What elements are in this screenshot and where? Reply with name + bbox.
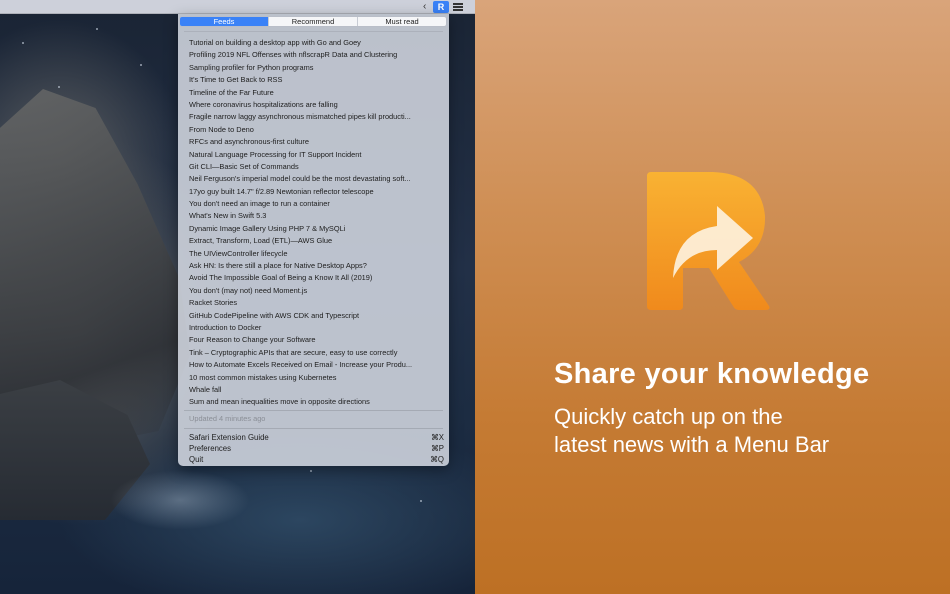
feed-item[interactable]: Neil Ferguson's imperial model could be … bbox=[189, 173, 434, 185]
updated-status: Updated 4 minutes ago bbox=[189, 414, 266, 423]
keyboard-shortcut: ⌘X bbox=[431, 433, 444, 442]
feed-item[interactable]: Git CLI—Basic Set of Commands bbox=[189, 161, 434, 173]
app-menu: Safari Extension Guide ⌘X Preferences ⌘P… bbox=[189, 432, 444, 465]
feed-item[interactable]: Extract, Transform, Load (ETL)—AWS Glue bbox=[189, 235, 434, 247]
feed-item[interactable]: GitHub CodePipeline with AWS CDK and Typ… bbox=[189, 310, 434, 322]
menu-item-preferences[interactable]: Preferences ⌘P bbox=[189, 443, 444, 454]
promo-subline: Quickly catch up on the latest news with… bbox=[554, 403, 934, 459]
wallpaper-star bbox=[140, 64, 142, 66]
segmented-tabs: Feeds Recommend Must read bbox=[179, 16, 447, 27]
feed-item[interactable]: Ask HN: Is there still a place for Nativ… bbox=[189, 260, 434, 272]
keyboard-shortcut: ⌘P bbox=[431, 444, 444, 453]
menu-item-quit[interactable]: Quit ⌘Q bbox=[189, 454, 444, 465]
feed-item[interactable]: You don't (may not) need Moment.js bbox=[189, 285, 434, 297]
tab-must-read[interactable]: Must read bbox=[358, 17, 446, 26]
r-share-arrow-logo-icon bbox=[647, 172, 770, 310]
menu-item-label: Quit bbox=[189, 455, 204, 464]
feed-item[interactable]: Profiling 2019 NFL Offenses with nflscra… bbox=[189, 49, 434, 61]
app-menubar-icon[interactable]: R bbox=[433, 1, 449, 13]
tab-feeds[interactable]: Feeds bbox=[180, 17, 269, 26]
feed-item[interactable]: You don't need an image to run a contain… bbox=[189, 198, 434, 210]
feed-item[interactable]: The UIViewController lifecycle bbox=[189, 248, 434, 260]
feed-item[interactable]: Sampling profiler for Python programs bbox=[189, 62, 434, 74]
feed-item[interactable]: From Node to Deno bbox=[189, 124, 434, 136]
menu-item-label: Safari Extension Guide bbox=[189, 433, 269, 442]
divider bbox=[184, 428, 443, 429]
feed-item[interactable]: Where coronavirus hospitalizations are f… bbox=[189, 99, 434, 111]
menu-bar: ‹ R bbox=[0, 0, 475, 14]
promo-subline-line-2: latest news with a Menu Bar bbox=[554, 432, 830, 457]
feed-item[interactable]: Natural Language Processing for IT Suppo… bbox=[189, 149, 434, 161]
feed-item[interactable]: Tink – Cryptographic APIs that are secur… bbox=[189, 347, 434, 359]
feed-item[interactable]: Timeline of the Far Future bbox=[189, 87, 434, 99]
promo-subline-line-1: Quickly catch up on the bbox=[554, 404, 783, 429]
tab-recommend[interactable]: Recommend bbox=[269, 17, 358, 26]
feed-item[interactable]: Fragile narrow laggy asynchronous mismat… bbox=[189, 111, 434, 123]
wallpaper-star bbox=[96, 28, 98, 30]
divider bbox=[184, 410, 443, 411]
promo-headline: Share your knowledge bbox=[554, 358, 870, 390]
feed-dropdown-panel: Feeds Recommend Must read Tutorial on bu… bbox=[178, 14, 449, 466]
feed-item[interactable]: What's New in Swift 5.3 bbox=[189, 210, 434, 222]
feed-item[interactable]: Racket Stories bbox=[189, 297, 434, 309]
wallpaper-star bbox=[420, 500, 422, 502]
feed-item[interactable]: Dynamic Image Gallery Using PHP 7 & MySQ… bbox=[189, 223, 434, 235]
feed-item[interactable]: Sum and mean inequalities move in opposi… bbox=[189, 396, 434, 408]
keyboard-shortcut: ⌘Q bbox=[430, 455, 444, 464]
divider bbox=[184, 31, 443, 32]
menu-item-safari-extension-guide[interactable]: Safari Extension Guide ⌘X bbox=[189, 432, 444, 443]
feed-item[interactable]: 17yo guy built 14.7" f/2.89 Newtonian re… bbox=[189, 186, 434, 198]
feed-item[interactable]: Tutorial on building a desktop app with … bbox=[189, 37, 434, 49]
wallpaper-star bbox=[22, 42, 24, 44]
feed-list: Tutorial on building a desktop app with … bbox=[189, 37, 434, 409]
feed-item[interactable]: Avoid The Impossible Goal of Being a Kno… bbox=[189, 272, 434, 284]
feed-item[interactable]: Four Reason to Change your Software bbox=[189, 334, 434, 346]
promo-panel: Share your knowledge Quickly catch up on… bbox=[475, 0, 950, 594]
wallpaper-foam bbox=[110, 470, 250, 530]
chevron-left-icon[interactable]: ‹ bbox=[423, 0, 426, 14]
wallpaper-star bbox=[310, 470, 312, 472]
menu-item-label: Preferences bbox=[189, 444, 232, 453]
feed-item[interactable]: 10 most common mistakes using Kubernetes bbox=[189, 372, 434, 384]
feed-item[interactable]: RFCs and asynchronous-first culture bbox=[189, 136, 434, 148]
feed-item[interactable]: Whale fall bbox=[189, 384, 434, 396]
list-icon[interactable] bbox=[453, 3, 463, 11]
feed-item[interactable]: How to Automate Excels Received on Email… bbox=[189, 359, 434, 371]
feed-item[interactable]: Introduction to Docker bbox=[189, 322, 434, 334]
feed-item[interactable]: It's Time to Get Back to RSS bbox=[189, 74, 434, 86]
wallpaper-star bbox=[58, 86, 60, 88]
